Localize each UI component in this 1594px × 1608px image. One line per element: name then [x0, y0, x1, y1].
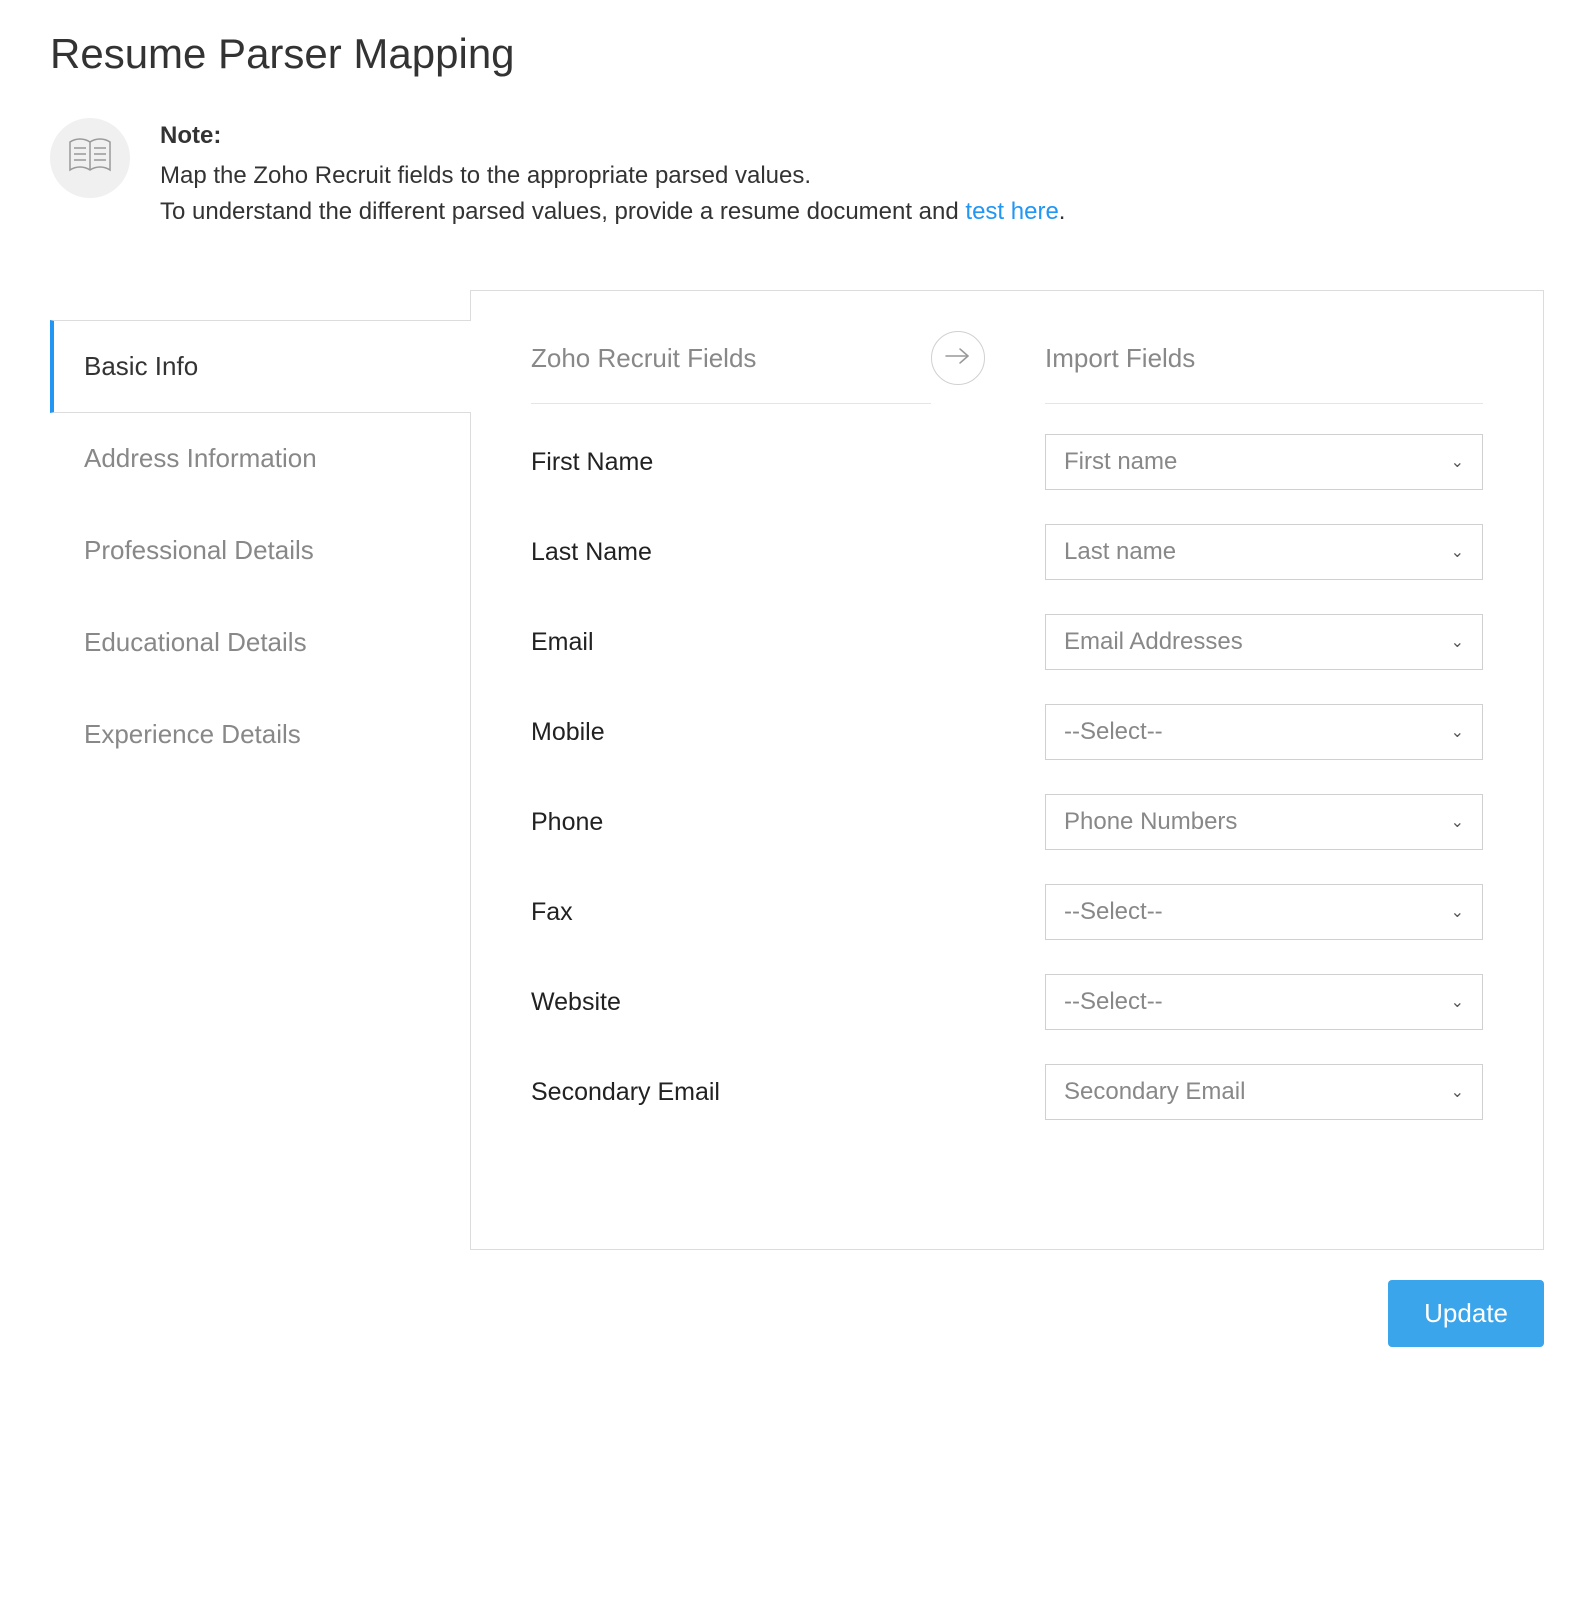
- select-email[interactable]: Email Addresses ⌄: [1045, 614, 1483, 670]
- tab-experience-details[interactable]: Experience Details: [50, 689, 470, 781]
- note-text: Note: Map the Zoho Recruit fields to the…: [160, 118, 1065, 230]
- field-row-website: Website --Select-- ⌄: [531, 974, 1483, 1030]
- field-row-first-name: First Name First name ⌄: [531, 434, 1483, 490]
- field-label: Website: [531, 988, 1045, 1017]
- field-row-fax: Fax --Select-- ⌄: [531, 884, 1483, 940]
- tab-professional-details[interactable]: Professional Details: [50, 505, 470, 597]
- field-label: Phone: [531, 808, 1045, 837]
- arrow-right-icon: [944, 346, 972, 371]
- chevron-down-icon: ⌄: [1451, 632, 1464, 652]
- note-line2-suffix: .: [1059, 198, 1066, 225]
- field-label: Last Name: [531, 538, 1045, 567]
- footer: Update: [50, 1250, 1544, 1387]
- page-title: Resume Parser Mapping: [50, 30, 1544, 78]
- select-value: First name: [1064, 448, 1177, 476]
- tab-educational-details[interactable]: Educational Details: [50, 597, 470, 689]
- field-row-email: Email Email Addresses ⌄: [531, 614, 1483, 670]
- note-icon-circle: [50, 118, 130, 198]
- test-here-link[interactable]: test here: [965, 198, 1058, 225]
- select-mobile[interactable]: --Select-- ⌄: [1045, 704, 1483, 760]
- select-value: Phone Numbers: [1064, 808, 1237, 836]
- field-label: Fax: [531, 898, 1045, 927]
- field-row-mobile: Mobile --Select-- ⌄: [531, 704, 1483, 760]
- field-label: Email: [531, 628, 1045, 657]
- chevron-down-icon: ⌄: [1451, 722, 1464, 742]
- select-phone[interactable]: Phone Numbers ⌄: [1045, 794, 1483, 850]
- field-label: First Name: [531, 448, 1045, 477]
- select-website[interactable]: --Select-- ⌄: [1045, 974, 1483, 1030]
- chevron-down-icon: ⌄: [1451, 902, 1464, 922]
- note-line2-prefix: To understand the different parsed value…: [160, 198, 965, 225]
- select-value: --Select--: [1064, 718, 1163, 746]
- select-value: --Select--: [1064, 988, 1163, 1016]
- field-label: Mobile: [531, 718, 1045, 747]
- note-section: Note: Map the Zoho Recruit fields to the…: [50, 118, 1544, 230]
- book-icon: [66, 136, 114, 181]
- chevron-down-icon: ⌄: [1451, 992, 1464, 1012]
- arrow-icon-circle: [931, 331, 985, 385]
- chevron-down-icon: ⌄: [1451, 452, 1464, 472]
- chevron-down-icon: ⌄: [1451, 1082, 1464, 1102]
- mapping-panel: Zoho Recruit Fields Import Fields First …: [470, 290, 1544, 1250]
- select-value: Email Addresses: [1064, 628, 1243, 656]
- note-label: Note:: [160, 118, 1065, 154]
- field-label: Secondary Email: [531, 1078, 1045, 1107]
- select-fax[interactable]: --Select-- ⌄: [1045, 884, 1483, 940]
- tab-basic-info[interactable]: Basic Info: [50, 320, 471, 413]
- field-row-last-name: Last Name Last name ⌄: [531, 524, 1483, 580]
- select-first-name[interactable]: First name ⌄: [1045, 434, 1483, 490]
- select-last-name[interactable]: Last name ⌄: [1045, 524, 1483, 580]
- tabs-sidebar: Basic Info Address Information Professio…: [50, 290, 470, 781]
- divider-row: [531, 403, 1483, 404]
- column-header-zoho: Zoho Recruit Fields: [531, 343, 931, 374]
- select-value: Last name: [1064, 538, 1176, 566]
- note-line1: Map the Zoho Recruit fields to the appro…: [160, 162, 811, 189]
- chevron-down-icon: ⌄: [1451, 542, 1464, 562]
- field-row-phone: Phone Phone Numbers ⌄: [531, 794, 1483, 850]
- field-row-secondary-email: Secondary Email Secondary Email ⌄: [531, 1064, 1483, 1120]
- select-value: --Select--: [1064, 898, 1163, 926]
- chevron-down-icon: ⌄: [1451, 812, 1464, 832]
- tab-address-information[interactable]: Address Information: [50, 413, 470, 505]
- select-value: Secondary Email: [1064, 1078, 1245, 1106]
- update-button[interactable]: Update: [1388, 1280, 1544, 1347]
- select-secondary-email[interactable]: Secondary Email ⌄: [1045, 1064, 1483, 1120]
- column-header-import: Import Fields: [1045, 343, 1483, 374]
